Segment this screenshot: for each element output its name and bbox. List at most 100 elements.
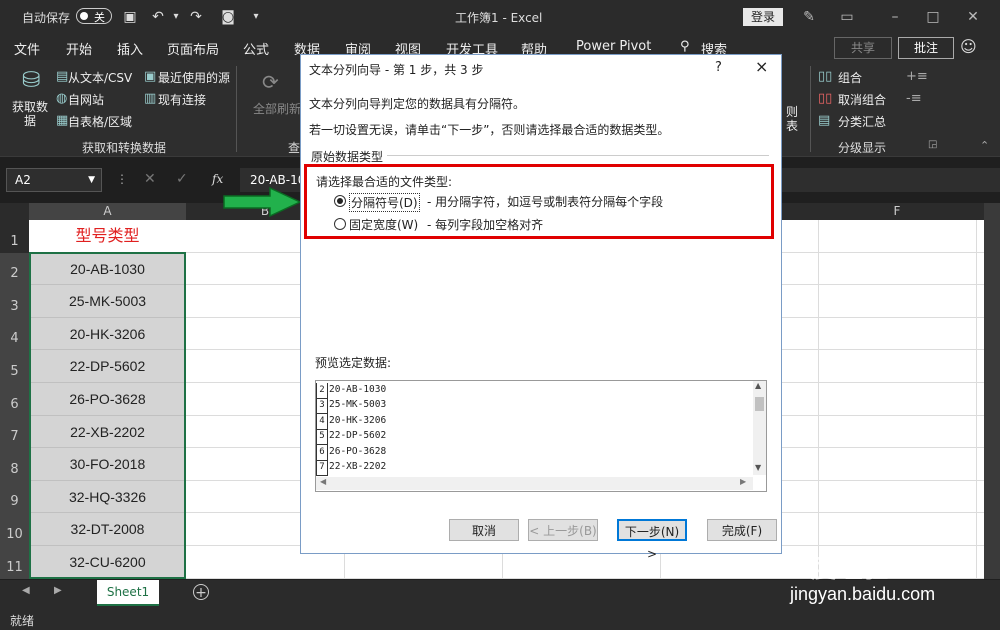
preview-row: 4 20-HK-3206 [316, 413, 387, 430]
tab-home[interactable]: 开始 [66, 39, 92, 58]
preview-row: 3 25-MK-5003 [316, 397, 386, 415]
select-all-corner[interactable] [0, 203, 29, 220]
ungroup-button[interactable]: 取消组合 [838, 91, 886, 108]
name-box[interactable]: A2 ▼ [6, 168, 102, 192]
green-arrow-icon [223, 186, 302, 218]
preview-vscroll-thumb[interactable] [755, 397, 764, 411]
next-button[interactable]: 下一步(N) > [617, 519, 687, 561]
share-button[interactable]: 共享 [834, 37, 892, 59]
web-icon: ◍ [56, 91, 68, 106]
tab-power-pivot[interactable]: Power Pivot [576, 39, 651, 54]
scroll-right-icon[interactable]: ▶ [740, 477, 746, 486]
row-header[interactable]: 8 [0, 448, 29, 481]
close-window-icon[interactable]: ✕ [962, 6, 984, 28]
save-icon[interactable]: ▣ [120, 7, 140, 27]
row-header[interactable]: 5 [0, 350, 29, 383]
section-title: 原始数据类型 [311, 150, 384, 164]
undo-dropdown-icon[interactable]: ▾ [166, 7, 186, 27]
scroll-tabs-right-icon[interactable]: ▶ [54, 585, 62, 596]
tab-insert[interactable]: 插入 [117, 39, 143, 58]
from-table-button[interactable]: 自表格/区域 [68, 113, 132, 130]
from-web-button[interactable]: 自网站 [68, 91, 104, 108]
scroll-up-icon[interactable]: ▲ [755, 381, 761, 390]
help-button[interactable]: ? [715, 60, 722, 75]
collapse-ribbon-icon[interactable]: ⌃ [980, 139, 989, 152]
preview-row: 7 22-XB-2202 [316, 459, 386, 476]
recent-sources-button[interactable]: 最近使用的源 [158, 69, 230, 86]
show-detail-icon[interactable]: +≡ [906, 69, 928, 84]
preview-vscrollbar[interactable]: ▲ ▼ [753, 381, 766, 475]
preview-row-number: 7 [316, 460, 328, 476]
pen-icon[interactable]: ✎ [798, 6, 820, 28]
scroll-tabs-left-icon[interactable]: ◀ [22, 585, 30, 596]
dialog-line2: 若一切设置无误，请单击“下一步”，否则请选择最合适的数据类型。 [309, 123, 670, 137]
row-header[interactable]: 10 [0, 513, 29, 546]
partial-label-biao: 表 [786, 119, 799, 133]
preview-row-text: 26-PO-3628 [329, 445, 387, 457]
hide-detail-icon[interactable]: -≡ [906, 91, 922, 106]
preview-label: 预览选定数据: [315, 356, 392, 370]
row-header[interactable]: 6 [0, 383, 29, 416]
row-header[interactable]: 9 [0, 481, 29, 513]
cancel-icon[interactable]: ✕ [144, 171, 156, 187]
autosave-state: 关 [94, 11, 105, 24]
scroll-left-icon[interactable]: ◀ [320, 477, 326, 486]
dialog-launcher-icon[interactable]: ◲ [928, 139, 937, 150]
comment-button[interactable]: 批注 [898, 37, 954, 59]
tab-formulas[interactable]: 公式 [243, 39, 269, 58]
share-label: 共享 [850, 41, 875, 55]
from-text-csv-button[interactable]: 从文本/CSV [68, 69, 132, 86]
redo-icon[interactable]: ↷ [186, 7, 206, 27]
autosave-label: 自动保存 [22, 11, 71, 25]
subtotal-button[interactable]: 分类汇总 [838, 113, 886, 130]
add-sheet-icon[interactable]: + [193, 584, 209, 601]
fx-icon[interactable]: fx [212, 172, 223, 186]
comment-label: 批注 [913, 41, 938, 55]
preview-row-text: 22-DP-5602 [329, 430, 387, 442]
sheet-tab-sheet1[interactable]: Sheet1 [97, 580, 159, 606]
finish-button[interactable]: 完成(F) [707, 519, 777, 541]
ribbon-display-icon[interactable]: ▭ [836, 6, 858, 28]
chevron-down-icon[interactable]: ▼ [88, 169, 95, 191]
preview-box[interactable]: 2 20-AB-1030 3 25-MK-5003 4 20-HK-3206 5 22-DP-… [315, 380, 767, 492]
existing-connections-button[interactable]: 现有连接 [158, 91, 206, 108]
watermark-url: jingyan.baidu.com [790, 584, 936, 604]
camera-icon[interactable]: ◙ [218, 7, 238, 27]
smiley-icon[interactable]: ☺ [960, 37, 977, 56]
close-icon[interactable]: × [755, 57, 768, 76]
tab-file[interactable]: 文件 [14, 39, 40, 58]
row-header[interactable]: 11 [0, 546, 29, 579]
refresh-all-button[interactable]: 全部刷新 [253, 100, 301, 117]
text-to-columns-dialog: 文本分列向导 - 第 1 步，共 3 步 ? × 文本分列向导判定您的数据具有分… [300, 54, 782, 561]
maximize-icon[interactable]: □ [922, 6, 944, 28]
tab-page-layout[interactable]: 页面布局 [167, 39, 219, 58]
back-button[interactable]: < 上一步(B) [528, 519, 598, 541]
vertical-scrollbar[interactable] [984, 203, 1000, 579]
minimize-icon[interactable]: – [884, 6, 906, 28]
header-cell[interactable]: 型号类型 [29, 220, 186, 253]
row-header[interactable]: 4 [0, 318, 29, 350]
autosave-toggle[interactable]: 关 [76, 8, 112, 24]
group-button[interactable]: 组合 [838, 69, 862, 86]
preview-row-text: 20-HK-3206 [329, 414, 387, 426]
recent-sources-icon: ▣ [144, 69, 157, 84]
column-header-f[interactable]: F [818, 203, 976, 220]
table-icon: ▦ [56, 113, 69, 128]
enter-icon[interactable]: ✓ [176, 171, 188, 187]
connections-icon: ▥ [144, 91, 157, 106]
signin-button[interactable]: 登录 [743, 8, 783, 26]
row-header[interactable]: 3 [0, 285, 29, 318]
window-title: 工作簿1 - Excel [455, 11, 543, 25]
preview-row: 6 26-PO-3628 [316, 444, 387, 461]
customize-toolbar-icon[interactable]: ▾ [246, 7, 266, 27]
preview-hscrollbar[interactable]: ◀ ▶ [316, 477, 753, 490]
get-data-button[interactable]: 获取数 据 [10, 100, 50, 128]
search-icon[interactable]: ⚲ [680, 39, 690, 54]
row-header[interactable]: 7 [0, 416, 29, 448]
undo-icon[interactable]: ↶ [148, 7, 168, 27]
ungroup-icon: ▯▯ [818, 91, 833, 106]
row-header[interactable]: 2 [0, 253, 29, 285]
scroll-down-icon[interactable]: ▼ [755, 463, 761, 472]
row-header[interactable]: 1 [0, 220, 29, 253]
cancel-button[interactable]: 取消 [449, 519, 519, 541]
